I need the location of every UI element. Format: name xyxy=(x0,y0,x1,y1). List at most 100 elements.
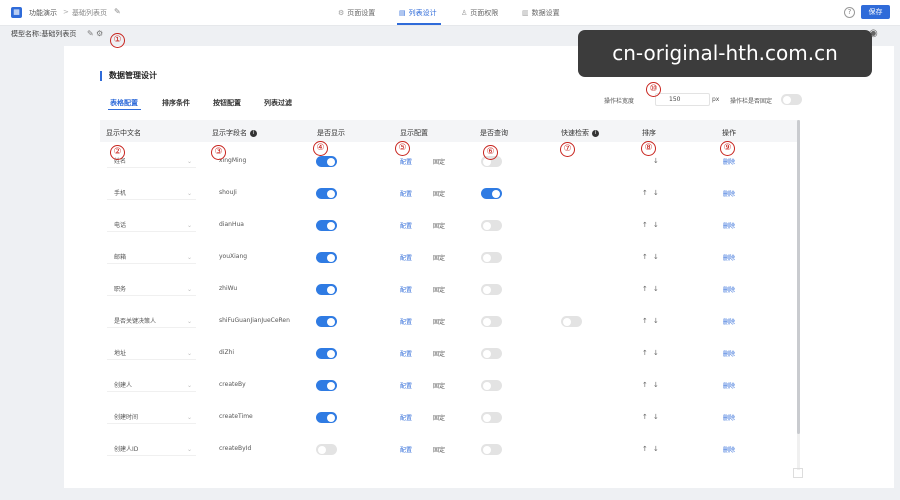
config-link[interactable]: 配置 xyxy=(400,445,412,454)
delete-link[interactable]: 删除 xyxy=(723,317,735,326)
action-width-input[interactable]: 150 xyxy=(655,93,710,106)
action-fixed-toggle[interactable] xyxy=(781,94,802,105)
info-icon[interactable]: i xyxy=(250,130,257,137)
arrow-up-icon[interactable]: ↑ xyxy=(642,413,648,421)
delete-link[interactable]: 删除 xyxy=(723,253,735,262)
show-toggle[interactable] xyxy=(316,284,337,295)
config-link[interactable]: 配置 xyxy=(400,157,412,166)
query-toggle[interactable] xyxy=(481,284,502,295)
show-toggle[interactable] xyxy=(316,348,337,359)
arrow-down-icon[interactable]: ↓ xyxy=(653,253,659,261)
query-toggle[interactable] xyxy=(481,316,502,327)
delete-link[interactable]: 删除 xyxy=(723,157,735,166)
app-grid-icon[interactable]: ▦ xyxy=(11,7,22,18)
arrow-down-icon[interactable]: ↓ xyxy=(653,189,659,197)
subtab-table-config[interactable]: 表格配置 xyxy=(110,98,138,108)
subtab-button-config[interactable]: 按钮配置 xyxy=(213,98,241,108)
cn-name-select[interactable]: 创建时间 ⌄ xyxy=(107,412,196,424)
cn-name-select[interactable]: 邮箱 ⌄ xyxy=(107,252,196,264)
query-toggle[interactable] xyxy=(481,188,502,199)
config-link[interactable]: 配置 xyxy=(400,349,412,358)
fixed-option[interactable]: 固定 xyxy=(433,445,445,454)
arrow-up-icon[interactable]: ↑ xyxy=(642,445,648,453)
cn-name-select[interactable]: 地址 ⌄ xyxy=(107,348,196,360)
config-link[interactable]: 配置 xyxy=(400,189,412,198)
delete-link[interactable]: 删除 xyxy=(723,445,735,454)
fixed-option[interactable]: 固定 xyxy=(433,381,445,390)
show-toggle[interactable] xyxy=(316,316,337,327)
arrow-up-icon[interactable]: ↑ xyxy=(642,349,648,357)
arrow-down-icon[interactable]: ↓ xyxy=(653,445,659,453)
delete-link[interactable]: 删除 xyxy=(723,413,735,422)
edit-icon[interactable]: ✎ xyxy=(114,7,121,16)
tab-list-design[interactable]: ▤ 列表设计 xyxy=(399,8,437,18)
cn-name-select[interactable]: 职务 ⌄ xyxy=(107,284,196,296)
arrow-down-icon[interactable]: ↓ xyxy=(653,381,659,389)
tab-data-settings[interactable]: ▥ 数据设置 xyxy=(522,8,560,18)
arrow-up-icon[interactable]: ↑ xyxy=(642,253,648,261)
config-link[interactable]: 配置 xyxy=(400,381,412,390)
arrow-down-icon[interactable]: ↓ xyxy=(653,285,659,293)
fixed-option[interactable]: 固定 xyxy=(433,157,445,166)
gear-icon[interactable]: ⚙ xyxy=(96,29,103,38)
help-icon[interactable]: ? xyxy=(844,7,855,18)
info-icon[interactable]: i xyxy=(592,130,599,137)
subtab-list-filter[interactable]: 列表过滤 xyxy=(264,98,292,108)
config-link[interactable]: 配置 xyxy=(400,317,412,326)
scrollbar-thumb[interactable] xyxy=(797,120,800,434)
arrow-up-icon[interactable]: ↑ xyxy=(642,381,648,389)
query-toggle[interactable] xyxy=(481,380,502,391)
query-toggle[interactable] xyxy=(481,348,502,359)
annotation-10: ⑩ xyxy=(646,82,661,97)
delete-link[interactable]: 删除 xyxy=(723,381,735,390)
save-button[interactable]: 保存 xyxy=(861,5,890,19)
show-toggle[interactable] xyxy=(316,380,337,391)
delete-link[interactable]: 删除 xyxy=(723,189,735,198)
arrow-up-icon[interactable]: ↑ xyxy=(642,221,648,229)
fixed-option[interactable]: 固定 xyxy=(433,221,445,230)
arrow-down-icon[interactable]: ↓ xyxy=(653,317,659,325)
query-toggle[interactable] xyxy=(481,252,502,263)
quick-search-toggle[interactable] xyxy=(561,316,582,327)
cn-name-select[interactable]: 是否关键决策人 ⌄ xyxy=(107,316,196,328)
fixed-option[interactable]: 固定 xyxy=(433,349,445,358)
show-toggle[interactable] xyxy=(316,444,337,455)
fixed-option[interactable]: 固定 xyxy=(433,253,445,262)
cn-name-select[interactable]: 电话 ⌄ xyxy=(107,220,196,232)
query-toggle[interactable] xyxy=(481,444,502,455)
arrow-down-icon[interactable]: ↓ xyxy=(653,349,659,357)
delete-link[interactable]: 删除 xyxy=(723,349,735,358)
cn-name-select[interactable]: 手机 ⌄ xyxy=(107,188,196,200)
config-link[interactable]: 配置 xyxy=(400,413,412,422)
query-toggle[interactable] xyxy=(481,412,502,423)
show-toggle[interactable] xyxy=(316,156,337,167)
query-toggle[interactable] xyxy=(481,220,502,231)
fixed-option[interactable]: 固定 xyxy=(433,285,445,294)
cn-name-select[interactable]: 创建人 ⌄ xyxy=(107,380,196,392)
tab-page-settings[interactable]: ⚙ 页面设置 xyxy=(338,8,375,18)
delete-link[interactable]: 删除 xyxy=(723,285,735,294)
arrow-down-icon[interactable]: ↓ xyxy=(653,221,659,229)
arrow-up-icon[interactable]: ↑ xyxy=(642,285,648,293)
arrow-down-icon[interactable]: ↓ xyxy=(653,413,659,421)
fixed-option[interactable]: 固定 xyxy=(433,317,445,326)
breadcrumb-root[interactable]: 功能演示 xyxy=(29,8,57,18)
watermark: cn-original-hth.com.cn xyxy=(578,30,872,77)
tab-page-permission[interactable]: ♙ 页面权限 xyxy=(461,8,498,18)
config-link[interactable]: 配置 xyxy=(400,285,412,294)
fixed-option[interactable]: 固定 xyxy=(433,189,445,198)
cn-name-select[interactable]: 创建人ID ⌄ xyxy=(107,444,196,456)
delete-link[interactable]: 删除 xyxy=(723,221,735,230)
arrow-up-icon[interactable]: ↑ xyxy=(642,189,648,197)
show-toggle[interactable] xyxy=(316,252,337,263)
arrow-up-icon[interactable]: ↑ xyxy=(642,317,648,325)
show-toggle[interactable] xyxy=(316,188,337,199)
config-link[interactable]: 配置 xyxy=(400,253,412,262)
show-toggle[interactable] xyxy=(316,412,337,423)
edit-model-icon[interactable]: ✎ xyxy=(87,29,94,38)
subtab-sort-conditions[interactable]: 排序条件 xyxy=(162,98,190,108)
show-toggle[interactable] xyxy=(316,220,337,231)
config-link[interactable]: 配置 xyxy=(400,221,412,230)
fixed-option[interactable]: 固定 xyxy=(433,413,445,422)
arrow-down-icon[interactable]: ↓ xyxy=(653,157,659,165)
